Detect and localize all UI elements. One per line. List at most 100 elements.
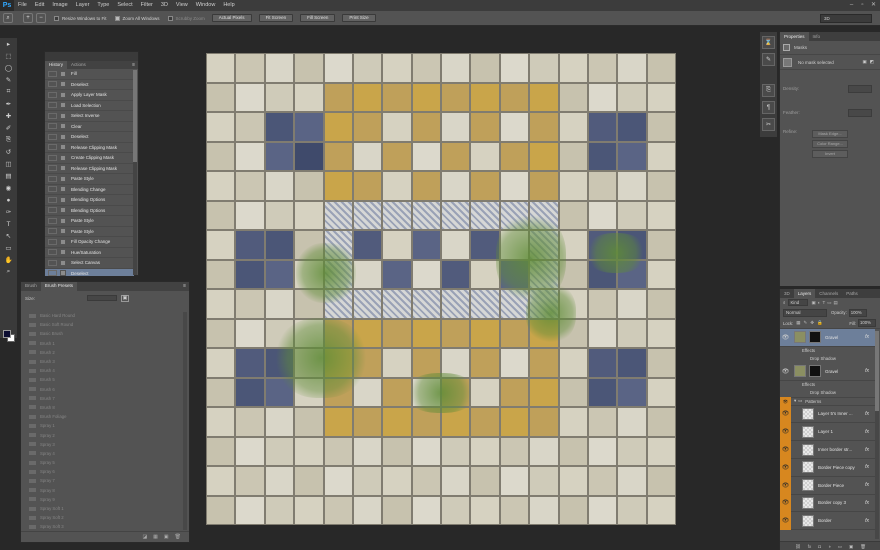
history-state[interactable]: Release Clipping Mask (45, 164, 134, 174)
fx-icon[interactable]: fx (865, 411, 869, 417)
fill-screen-button[interactable]: Fill Screen (300, 14, 336, 22)
tab-layers[interactable]: Layers (793, 289, 816, 298)
history-source-toggle[interactable] (48, 165, 57, 172)
density-field[interactable] (848, 84, 872, 93)
brush-preset-item[interactable]: Spray 3 (21, 440, 183, 449)
minimize-icon[interactable]: – (847, 1, 856, 9)
actual-pixels-button[interactable]: Actual Pixels (211, 14, 252, 22)
mask-edge-button[interactable]: Mask Edge... (812, 130, 848, 138)
history-source-toggle[interactable] (48, 207, 57, 214)
new-preset-icon[interactable]: ▣ (164, 534, 169, 540)
tab-actions[interactable]: Actions (67, 61, 90, 69)
crop-icon[interactable]: ⌗ (0, 86, 17, 98)
history-source-toggle[interactable] (48, 196, 57, 203)
history-source-toggle[interactable] (48, 81, 57, 88)
brush-preset-item[interactable]: Spray 6 (21, 467, 183, 476)
eyedropper-icon[interactable]: ✒ (0, 98, 17, 110)
brush-preset-item[interactable]: Spray 8 (21, 486, 183, 495)
brush-preset-item[interactable]: Basic Soft Round (21, 320, 183, 329)
effect-item[interactable]: Drop Shadow (780, 389, 875, 397)
lasso-icon[interactable]: ◯ (0, 62, 17, 74)
tab-properties[interactable]: Properties (780, 32, 809, 41)
visibility-eye-icon[interactable]: 👁 (780, 362, 791, 380)
history-state[interactable]: Fill Opacity Change (45, 237, 134, 248)
brush-preset-item[interactable]: Spray Soft 3 (21, 522, 183, 531)
fx-icon[interactable]: fx (865, 429, 869, 435)
brush-preset-item[interactable]: Basic Brush (21, 329, 183, 338)
quick-select-icon[interactable]: ✎ (0, 74, 17, 86)
brush-preset-item[interactable]: Brush 8 (21, 403, 183, 412)
dodge-icon[interactable]: ● (0, 194, 17, 206)
menu-view[interactable]: View (172, 0, 192, 11)
brush-preset-item[interactable]: Spray 2 (21, 430, 183, 439)
mask-mode-icons[interactable]: ▣◩ (862, 59, 877, 65)
kind-select[interactable]: Kind (787, 299, 808, 306)
tab-brush[interactable]: Brush (21, 282, 41, 291)
brush-preset-icon[interactable]: ✎ (762, 53, 775, 66)
fit-screen-button[interactable]: Fit Screen (258, 14, 294, 22)
healing-icon[interactable]: ✚ (0, 110, 17, 122)
effects-row[interactable]: Effects (780, 347, 875, 355)
menu-filter[interactable]: Filter (137, 0, 157, 11)
tab-3d[interactable]: 3D (780, 289, 794, 298)
new-group-icon[interactable]: ▭ (838, 542, 842, 550)
visibility-eye-icon[interactable]: 👁 (780, 422, 791, 441)
history-brush-icon[interactable]: ↺ (0, 146, 17, 158)
menu-type[interactable]: Type (93, 0, 113, 11)
hand-icon[interactable]: ✋ (0, 254, 17, 266)
history-state[interactable]: Select Canvas (45, 258, 134, 269)
document-canvas[interactable] (206, 53, 676, 525)
history-source-toggle[interactable] (48, 249, 57, 256)
eraser-icon[interactable]: ◫ (0, 158, 17, 170)
color-range-button[interactable]: Color Range... (812, 140, 848, 148)
history-state[interactable]: Release Clipping Mask (45, 143, 134, 153)
lock-icons[interactable]: ▦✎✥🔒 (796, 320, 825, 326)
history-scrollbar[interactable] (133, 70, 137, 275)
trash-icon[interactable]: 🗑 (175, 534, 181, 540)
history-source-toggle[interactable] (48, 270, 57, 276)
size-slider[interactable] (87, 295, 118, 301)
history-source-toggle[interactable] (48, 154, 57, 161)
tab-brush-presets[interactable]: Brush Presets (40, 282, 78, 291)
history-source-toggle[interactable] (48, 102, 57, 109)
paragraph-icon[interactable]: ¶ (762, 101, 775, 114)
tool-presets-icon[interactable]: ✂ (762, 118, 775, 131)
link-icon[interactable]: ⛓ (795, 542, 801, 550)
scroll-thumb[interactable] (133, 70, 137, 162)
menu-file[interactable]: File (14, 0, 31, 11)
history-state[interactable]: Blending Change (45, 185, 134, 195)
history-state[interactable]: Deselect (45, 80, 134, 90)
history-state[interactable]: Hue/Saturation (45, 248, 134, 258)
menu-help[interactable]: Help (219, 0, 238, 11)
blend-mode-select[interactable]: Normal (783, 308, 827, 317)
history-source-toggle[interactable] (48, 175, 57, 182)
layer-row[interactable]: 👁 Layer 5's Inner ... fx (780, 405, 875, 424)
history-state[interactable]: Deselect (45, 268, 134, 276)
new-layer-icon[interactable]: ▣ (849, 542, 853, 550)
tab-info[interactable]: Info (809, 32, 825, 41)
brush-preset-item[interactable]: Brush 2 (21, 348, 183, 357)
brush-preset-item[interactable]: Brush 1 (21, 339, 183, 348)
gradient-icon[interactable]: ▤ (0, 170, 17, 182)
pen-icon[interactable]: ✑ (0, 206, 17, 218)
history-source-toggle[interactable] (48, 228, 57, 235)
fx-icon[interactable]: fx (865, 334, 869, 340)
zoom-all-checkbox[interactable]: Zoom All Windows (114, 15, 160, 21)
visibility-eye-icon[interactable]: 👁 (780, 476, 791, 495)
visibility-eye-icon[interactable]: 👁 (780, 329, 791, 347)
visibility-eye-icon[interactable]: 👁 (780, 458, 791, 477)
add-mask-icon[interactable]: ◘ (818, 542, 821, 550)
history-state[interactable]: Create Clipping Mask (45, 153, 134, 164)
history-source-toggle[interactable] (48, 133, 57, 140)
filter-icons[interactable]: ▣◐T▭▤ (812, 300, 840, 306)
layer-row[interactable]: 👁 Border copy 3 fx (780, 494, 875, 513)
stamp-icon[interactable]: ⎘ (0, 134, 17, 146)
brush-preset-item[interactable]: Spray Soft 1 (21, 504, 183, 513)
visibility-eye-icon[interactable]: 👁 (780, 440, 791, 459)
marquee-icon[interactable]: ⬚ (0, 50, 17, 62)
history-state[interactable]: Paste Style (45, 216, 134, 227)
fx-icon[interactable]: fx (865, 482, 869, 488)
zoom-icon[interactable]: ⌕ (0, 266, 17, 278)
visibility-eye-icon[interactable]: 👁 (780, 511, 791, 530)
history-state[interactable]: Blending Options (45, 206, 134, 216)
